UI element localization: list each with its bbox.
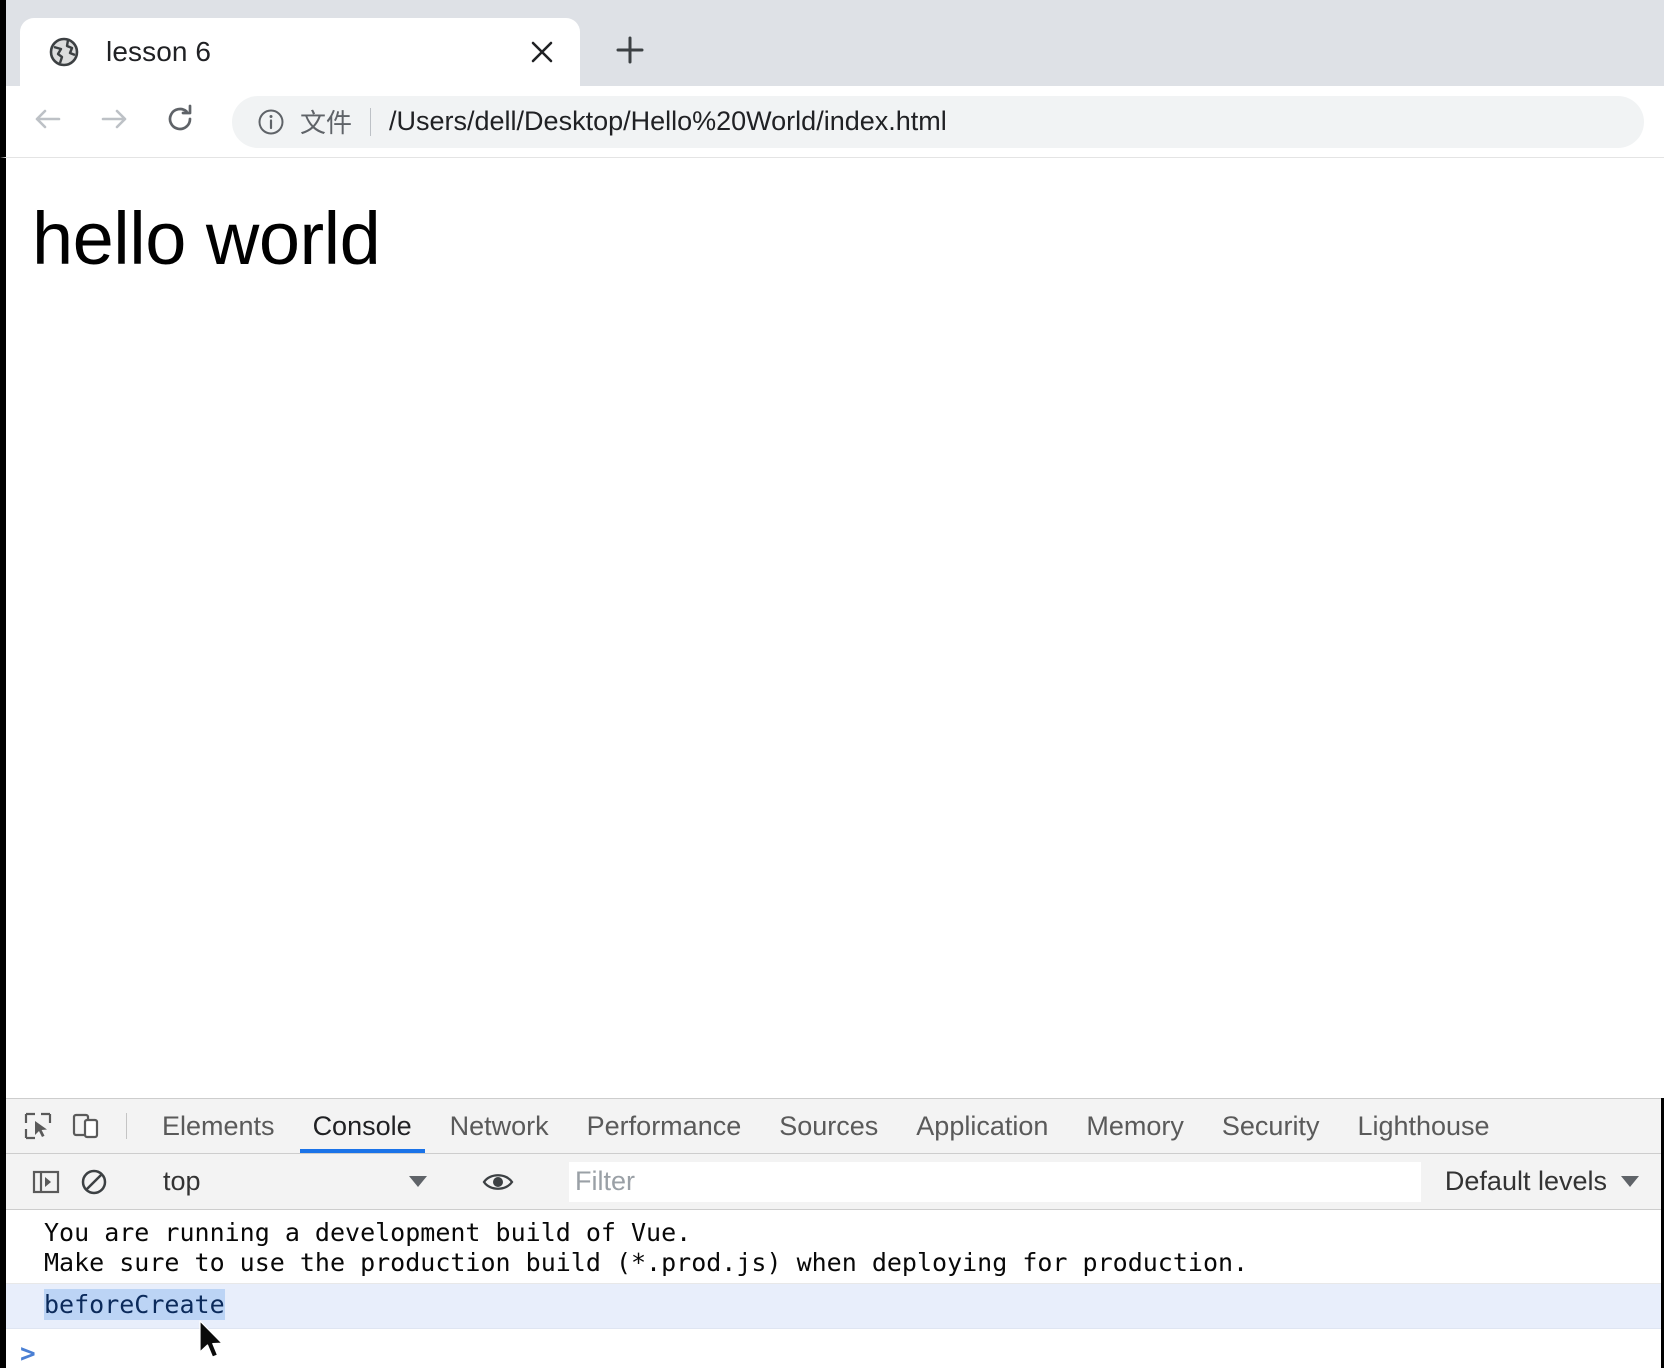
live-expression-icon[interactable] <box>474 1169 522 1195</box>
browser-tab-lesson-6[interactable]: lesson 6 <box>20 18 580 86</box>
tab-label: Lighthouse <box>1357 1110 1490 1141</box>
globe-icon <box>48 36 80 68</box>
devtools-panel: Elements Console Network Performance Sou… <box>0 1098 1664 1368</box>
tab-console[interactable]: Console <box>294 1099 431 1153</box>
tab-label: Sources <box>779 1110 879 1141</box>
tab-elements[interactable]: Elements <box>143 1099 294 1153</box>
toolbar-divider <box>126 1113 127 1139</box>
console-toolbar: top Default levels <box>6 1154 1661 1210</box>
arrow-left-icon <box>30 101 66 142</box>
url-text: /Users/dell/Desktop/Hello%20World/index.… <box>389 106 947 136</box>
console-prompt[interactable]: > <box>6 1329 1661 1366</box>
new-tab-button[interactable] <box>606 28 654 76</box>
omnibox-divider <box>370 107 372 136</box>
page-title: hello world <box>32 197 381 280</box>
url-scheme-label: 文件 <box>300 108 353 138</box>
tab-lighthouse[interactable]: Lighthouse <box>1338 1099 1508 1153</box>
devtools-tab-bar: Elements Console Network Performance Sou… <box>6 1098 1661 1154</box>
tab-application[interactable]: Application <box>897 1099 1067 1153</box>
tab-security[interactable]: Security <box>1203 1099 1339 1153</box>
tab-title: lesson 6 <box>106 36 212 67</box>
log-levels-label: Default levels <box>1444 1166 1607 1196</box>
console-message-selected[interactable]: beforeCreate <box>6 1284 1661 1329</box>
reload-button[interactable] <box>152 94 208 150</box>
tab-label: Console <box>312 1110 412 1141</box>
console-message[interactable]: You are running a development build of V… <box>6 1210 1661 1284</box>
prompt-caret-icon: > <box>20 1339 36 1366</box>
tab-sources[interactable]: Sources <box>760 1099 897 1153</box>
close-icon[interactable] <box>522 32 562 72</box>
clear-console-icon[interactable] <box>70 1167 118 1197</box>
address-bar[interactable]: 文件 /Users/dell/Desktop/Hello%20World/ind… <box>232 95 1644 148</box>
execution-context-label: top <box>163 1166 201 1196</box>
tab-performance[interactable]: Performance <box>568 1099 761 1153</box>
filter-input[interactable] <box>569 1161 1421 1202</box>
tab-memory[interactable]: Memory <box>1067 1099 1203 1153</box>
execution-context-select[interactable]: top <box>151 1166 441 1197</box>
page-viewport: hello world <box>0 158 1664 1098</box>
chevron-down-icon <box>409 1176 427 1187</box>
tab-label: Elements <box>162 1110 275 1141</box>
console-message-line: beforeCreate <box>44 1289 225 1320</box>
tab-strip: lesson 6 <box>0 0 1664 86</box>
tab-label: Performance <box>586 1110 742 1141</box>
tab-network[interactable]: Network <box>431 1099 568 1153</box>
log-levels-select[interactable]: Default levels <box>1433 1166 1661 1197</box>
browser-window: lesson 6 文件 /Users/dell/Desktop/Hello%20… <box>0 0 1664 1368</box>
info-circle-icon[interactable] <box>256 107 286 137</box>
back-button[interactable] <box>20 94 76 150</box>
tab-label: Security <box>1221 1110 1320 1141</box>
console-message-line: Make sure to use the production build (*… <box>44 1247 1249 1277</box>
tab-label: Application <box>916 1110 1049 1141</box>
forward-button[interactable] <box>86 94 142 150</box>
console-output: You are running a development build of V… <box>6 1210 1661 1366</box>
plus-icon <box>613 33 647 72</box>
chevron-down-icon <box>1621 1176 1639 1187</box>
arrow-right-icon <box>96 101 132 142</box>
tab-label: Network <box>449 1110 549 1141</box>
console-message-line: You are running a development build of V… <box>44 1218 692 1247</box>
console-sidebar-icon[interactable] <box>22 1167 70 1197</box>
tab-label: Memory <box>1086 1110 1184 1141</box>
inspect-element-icon[interactable] <box>14 1099 62 1153</box>
device-toolbar-icon[interactable] <box>62 1099 110 1153</box>
browser-toolbar: 文件 /Users/dell/Desktop/Hello%20World/ind… <box>0 86 1664 158</box>
reload-icon <box>162 101 198 142</box>
